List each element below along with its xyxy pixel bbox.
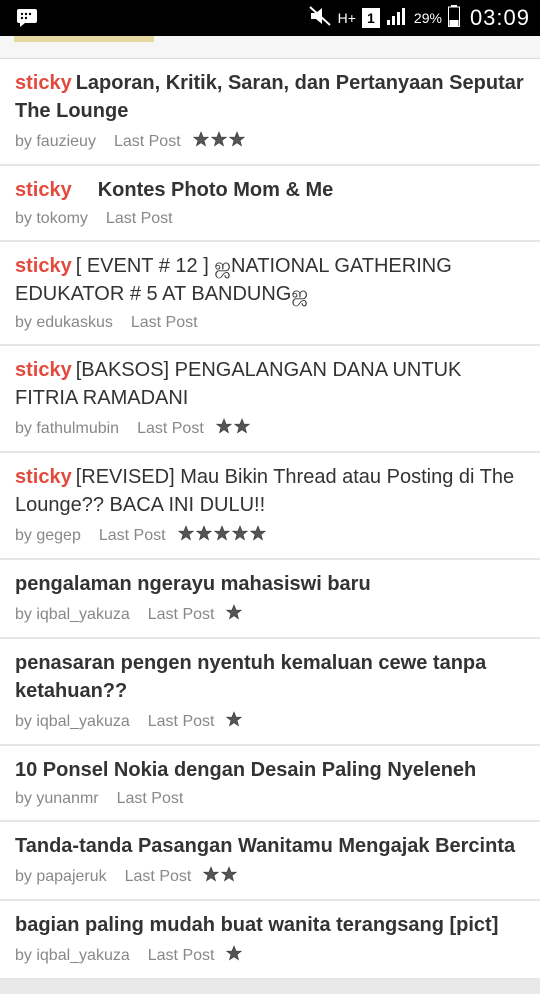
last-post-link[interactable]: Last Post bbox=[125, 868, 192, 886]
thread-meta: by edukaskus Last Post bbox=[15, 314, 525, 332]
chat-notification-icon bbox=[16, 8, 38, 28]
status-bar: H+ 1 29% 03:09 bbox=[0, 0, 540, 36]
last-post-link[interactable]: Last Post bbox=[148, 947, 215, 965]
thread-rating bbox=[226, 945, 243, 966]
thread-author[interactable]: by fathulmubin bbox=[15, 420, 119, 438]
thread-title-text: Laporan, Kritik, Saran, dan Pertanyaan S… bbox=[15, 72, 524, 122]
sticky-label: sticky bbox=[15, 255, 72, 277]
thread-author[interactable]: by papajeruk bbox=[15, 868, 107, 886]
thread-title[interactable]: penasaran pengen nyentuh kemaluan cewe t… bbox=[15, 649, 525, 705]
thread-title[interactable]: sticky [BAKSOS] PENGALANGAN DANA UNTUK FI… bbox=[15, 356, 525, 412]
thread-meta: by iqbal_yakuza Last Post bbox=[15, 945, 525, 966]
thread-rating bbox=[203, 866, 238, 887]
thread-row[interactable]: pengalaman ngerayu mahasiswi baru by iqba… bbox=[0, 560, 540, 639]
thread-row[interactable]: Tanda-tanda Pasangan Wanitamu Mengajak B… bbox=[0, 822, 540, 901]
thread-author[interactable]: by gegep bbox=[15, 527, 81, 545]
thread-meta: by tokomy Last Post bbox=[15, 210, 525, 228]
star-icon bbox=[195, 525, 212, 546]
star-icon bbox=[226, 945, 243, 966]
star-icon bbox=[213, 525, 230, 546]
thread-title[interactable]: Tanda-tanda Pasangan Wanitamu Mengajak B… bbox=[15, 832, 525, 860]
last-post-link[interactable]: Last Post bbox=[148, 713, 215, 731]
signal-icon bbox=[386, 6, 408, 31]
star-icon bbox=[192, 131, 209, 152]
thread-title[interactable]: pengalaman ngerayu mahasiswi baru bbox=[15, 570, 525, 598]
previous-item-edge bbox=[0, 36, 540, 59]
star-icon bbox=[231, 525, 248, 546]
thread-row[interactable]: sticky[ EVENT # 12 ] ஜNATIONAL GATHERING… bbox=[0, 242, 540, 346]
thread-author[interactable]: by edukaskus bbox=[15, 314, 113, 332]
thread-meta: by iqbal_yakuza Last Post bbox=[15, 711, 525, 732]
thread-row[interactable]: sticky [BAKSOS] PENGALANGAN DANA UNTUK FI… bbox=[0, 346, 540, 453]
thread-title[interactable]: 10 Ponsel Nokia dengan Desain Paling Nye… bbox=[15, 756, 525, 784]
thread-title-text: [ EVENT # 12 ] ஜNATIONAL GATHERING EDUKA… bbox=[15, 255, 452, 305]
network-type: H+ bbox=[337, 10, 356, 26]
thread-author[interactable]: by yunanmr bbox=[15, 790, 99, 808]
last-post-link[interactable]: Last Post bbox=[114, 133, 181, 151]
last-post-link[interactable]: Last Post bbox=[117, 790, 184, 808]
star-icon bbox=[233, 418, 250, 439]
thread-title[interactable]: bagian paling mudah buat wanita terangsa… bbox=[15, 911, 525, 939]
thread-title-text: 10 Ponsel Nokia dengan Desain Paling Nye… bbox=[15, 759, 477, 781]
last-post-link[interactable]: Last Post bbox=[137, 420, 204, 438]
thread-list: sticky Laporan, Kritik, Saran, dan Pertan… bbox=[0, 59, 540, 980]
thread-rating bbox=[215, 418, 250, 439]
star-icon bbox=[226, 604, 243, 625]
thread-meta: by fauzieuy Last Post bbox=[15, 131, 525, 152]
sticky-label: sticky bbox=[15, 466, 72, 488]
thread-author[interactable]: by iqbal_yakuza bbox=[15, 606, 130, 624]
thread-title-text: [REVISED] Mau Bikin Thread atau Posting … bbox=[15, 466, 515, 516]
star-icon bbox=[215, 418, 232, 439]
thread-rating bbox=[177, 525, 266, 546]
thread-title-text: Tanda-tanda Pasangan Wanitamu Mengajak B… bbox=[15, 835, 516, 857]
thread-title-text: pengalaman ngerayu mahasiswi baru bbox=[15, 573, 371, 595]
thread-title-text: penasaran pengen nyentuh kemaluan cewe t… bbox=[15, 652, 487, 702]
thread-title[interactable]: sticky Kontes Photo Mom & Me bbox=[15, 176, 525, 204]
sticky-label: sticky bbox=[15, 359, 72, 381]
battery-icon bbox=[447, 4, 460, 32]
thread-title[interactable]: sticky[ EVENT # 12 ] ஜNATIONAL GATHERING… bbox=[15, 252, 525, 308]
star-icon bbox=[203, 866, 220, 887]
thread-meta: by yunanmr Last Post bbox=[15, 790, 525, 808]
thread-title-text: [BAKSOS] PENGALANGAN DANA UNTUK FITRIA R… bbox=[15, 359, 462, 409]
sticky-label: sticky bbox=[15, 72, 72, 94]
battery-percent: 29% bbox=[413, 10, 442, 26]
thread-title-text: bagian paling mudah buat wanita terangsa… bbox=[15, 914, 499, 936]
thread-meta: by fathulmubin Last Post bbox=[15, 418, 525, 439]
star-icon bbox=[210, 131, 227, 152]
last-post-link[interactable]: Last Post bbox=[131, 314, 198, 332]
thread-rating bbox=[226, 711, 243, 732]
star-icon bbox=[228, 131, 245, 152]
thread-rating bbox=[192, 131, 245, 152]
thread-row[interactable]: 10 Ponsel Nokia dengan Desain Paling Nye… bbox=[0, 746, 540, 822]
sim-slot-badge: 1 bbox=[361, 8, 380, 28]
mute-icon bbox=[308, 5, 332, 31]
star-icon bbox=[226, 711, 243, 732]
thread-rating bbox=[226, 604, 243, 625]
thread-meta: by iqbal_yakuza Last Post bbox=[15, 604, 525, 625]
last-post-link[interactable]: Last Post bbox=[106, 210, 173, 228]
thread-row[interactable]: sticky [REVISED] Mau Bikin Thread atau Po… bbox=[0, 453, 540, 560]
thread-author[interactable]: by tokomy bbox=[15, 210, 88, 228]
last-post-link[interactable]: Last Post bbox=[148, 606, 215, 624]
last-post-link[interactable]: Last Post bbox=[99, 527, 166, 545]
sticky-label: sticky bbox=[15, 179, 72, 201]
thread-meta: by papajeruk Last Post bbox=[15, 866, 525, 887]
thread-author[interactable]: by iqbal_yakuza bbox=[15, 947, 130, 965]
star-icon bbox=[221, 866, 238, 887]
star-icon bbox=[249, 525, 266, 546]
star-icon bbox=[177, 525, 194, 546]
thread-row[interactable]: penasaran pengen nyentuh kemaluan cewe t… bbox=[0, 639, 540, 746]
thread-meta: by gegep Last Post bbox=[15, 525, 525, 546]
thread-row[interactable]: sticky Laporan, Kritik, Saran, dan Pertan… bbox=[0, 59, 540, 166]
list-footer bbox=[0, 980, 540, 994]
thread-row[interactable]: bagian paling mudah buat wanita terangsa… bbox=[0, 901, 540, 980]
thread-title[interactable]: sticky [REVISED] Mau Bikin Thread atau Po… bbox=[15, 463, 525, 519]
thread-row[interactable]: sticky Kontes Photo Mom & Me by tokomy Last… bbox=[0, 166, 540, 242]
thread-author[interactable]: by fauzieuy bbox=[15, 133, 96, 151]
thread-author[interactable]: by iqbal_yakuza bbox=[15, 713, 130, 731]
thread-title-text: Kontes Photo Mom & Me bbox=[97, 179, 334, 201]
thread-title[interactable]: sticky Laporan, Kritik, Saran, dan Pertan… bbox=[15, 69, 525, 125]
clock: 03:09 bbox=[469, 5, 530, 30]
